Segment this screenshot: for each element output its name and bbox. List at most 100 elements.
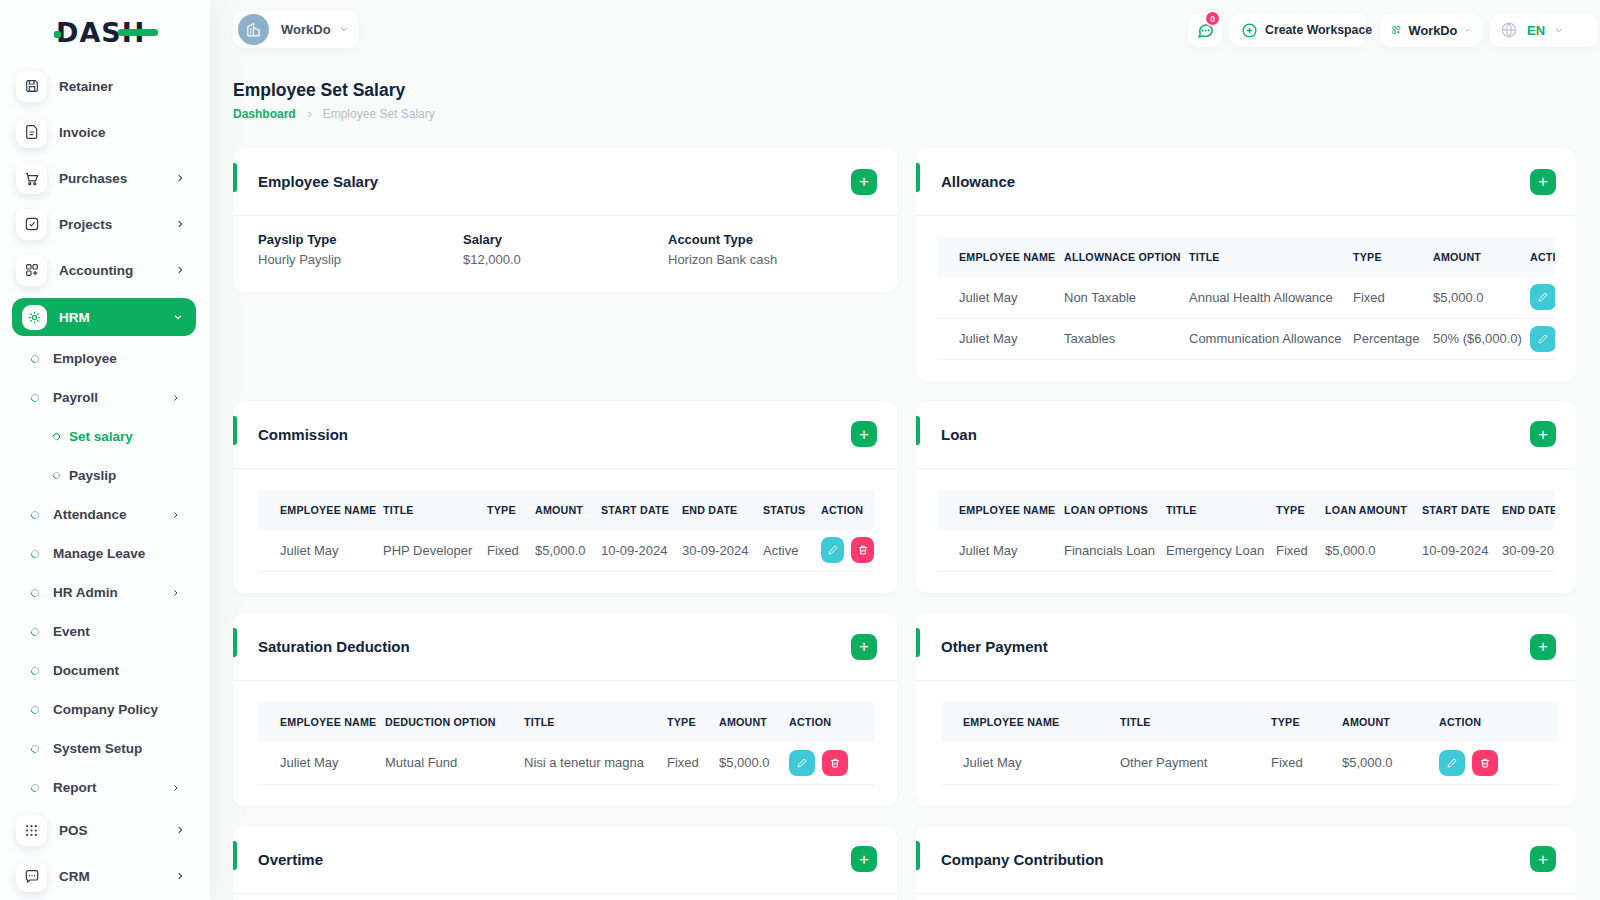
chevron-right-icon	[171, 510, 180, 519]
employee-salary-card: Employee Salary + Payslip Type Hourly Pa…	[233, 148, 897, 292]
card-accent-bar	[233, 163, 237, 192]
language-code: EN	[1527, 23, 1545, 38]
brand-logo[interactable]: DASH	[56, 16, 145, 48]
grid-plus-icon	[1391, 22, 1402, 38]
pos-icon	[16, 815, 47, 846]
delete-button[interactable]	[1472, 750, 1498, 776]
bullet-icon	[29, 782, 40, 793]
app-switcher-button[interactable]: WorkDo	[1380, 13, 1482, 47]
delete-button[interactable]	[822, 750, 848, 776]
table-header-row: EMPLOYEE NAME TITLE TYPE AMOUNT ACTION	[941, 702, 1559, 742]
bullet-icon	[29, 626, 40, 637]
bullet-icon	[29, 743, 40, 754]
sidebar-item-manage-leave[interactable]: Manage Leave	[0, 534, 210, 573]
sidebar-item-report[interactable]: Report	[0, 768, 210, 807]
field-label: Payslip Type	[258, 232, 463, 247]
sidebar-item-employee[interactable]: Employee	[0, 339, 210, 378]
edit-button[interactable]	[1530, 284, 1555, 310]
chevron-right-icon	[305, 110, 314, 119]
language-selector[interactable]: EN	[1490, 13, 1598, 47]
delete-button[interactable]	[851, 537, 874, 563]
sidebar-item-set-salary[interactable]: Set salary	[0, 417, 210, 456]
chevron-right-icon	[171, 393, 180, 402]
commission-add-button[interactable]: +	[851, 421, 877, 447]
company-contribution-title: Company Contribution	[941, 851, 1103, 868]
breadcrumb-home-link[interactable]: Dashboard	[233, 107, 296, 121]
hrm-icon	[22, 305, 47, 330]
sidebar-item-accounting[interactable]: Accounting	[0, 247, 210, 293]
card-accent-bar	[233, 841, 237, 870]
card-accent-bar	[233, 628, 237, 657]
sidebar-item-event[interactable]: Event	[0, 612, 210, 651]
app-switcher-label: WorkDo	[1409, 23, 1458, 38]
bullet-icon	[29, 392, 40, 403]
sidebar-item-hr-admin[interactable]: HR Admin	[0, 573, 210, 612]
sidebar-item-projects[interactable]: Projects	[0, 201, 210, 247]
workspace-name: WorkDo	[281, 22, 331, 37]
sidebar-item-purchases[interactable]: Purchases	[0, 155, 210, 201]
company-contribution-add-button[interactable]: +	[1530, 846, 1556, 872]
sidebar-item-crm[interactable]: CRM	[0, 853, 210, 899]
card-accent-bar	[916, 163, 920, 192]
loan-title: Loan	[941, 426, 977, 443]
bullet-icon	[29, 548, 40, 559]
overtime-add-button[interactable]: +	[851, 846, 877, 872]
allowance-card: Allowance + EMPLOYEE NAME ALLOWNACE OPTI…	[916, 148, 1576, 381]
chevron-down-icon	[339, 24, 349, 34]
table-header-row: EMPLOYEE NAME ALLOWNACE OPTION TITLE TYP…	[937, 237, 1555, 277]
messages-button[interactable]: 0	[1188, 13, 1222, 47]
sidebar-item-payslip[interactable]: Payslip	[0, 456, 210, 495]
create-workspace-button[interactable]: Create Workspace	[1230, 13, 1367, 47]
sidebar-item-attendance[interactable]: Attendance	[0, 495, 210, 534]
messages-badge: 0	[1206, 12, 1219, 25]
table-row: Juliet May Mutual Fund Nisi a tenetur ma…	[258, 742, 874, 784]
chevron-down-icon	[1554, 25, 1564, 35]
field-value: Horizon Bank cash	[668, 252, 777, 267]
chevron-right-icon	[175, 871, 185, 881]
sidebar-item-retainer[interactable]: Retainer	[0, 63, 210, 109]
table-row: Juliet May Other Payment Fixed $5,000.0	[941, 742, 1559, 784]
card-accent-bar	[233, 416, 237, 445]
commission-title: Commission	[258, 426, 348, 443]
edit-button[interactable]	[1439, 750, 1465, 776]
table-header-row: EMPLOYEE NAME TITLE TYPE AMOUNT START DA…	[258, 490, 874, 530]
chevron-down-icon	[173, 312, 183, 322]
loan-add-button[interactable]: +	[1530, 421, 1556, 447]
saturation-deduction-add-button[interactable]: +	[851, 634, 877, 660]
edit-button[interactable]	[821, 537, 844, 563]
edit-button[interactable]	[1530, 326, 1555, 352]
workspace-switcher[interactable]: WorkDo	[233, 10, 359, 48]
saturation-deduction-title: Saturation Deduction	[258, 638, 410, 655]
globe-icon	[1500, 21, 1518, 39]
field-value: $12,000.0	[463, 252, 668, 267]
retainer-icon	[16, 71, 47, 102]
card-accent-bar	[916, 628, 920, 657]
workspace-avatar	[238, 14, 269, 45]
employee-salary-add-button[interactable]: +	[851, 169, 877, 195]
bullet-icon	[29, 665, 40, 676]
sidebar-item-system-setup[interactable]: System Setup	[0, 729, 210, 768]
table-row: Juliet May PHP Developer Fixed $5,000.0 …	[258, 530, 874, 572]
edit-button[interactable]	[789, 750, 815, 776]
crm-icon	[16, 861, 47, 892]
breadcrumb-current: Employee Set Salary	[323, 107, 435, 121]
chevron-right-icon	[175, 265, 185, 275]
allowance-add-button[interactable]: +	[1530, 169, 1556, 195]
table-row: Juliet May Taxables Communication Allowa…	[937, 318, 1555, 359]
projects-icon	[16, 209, 47, 240]
sidebar-item-invoice[interactable]: Invoice	[0, 109, 210, 155]
table-row: Juliet May Non Taxable Annual Health All…	[937, 277, 1555, 318]
sidebar-item-pos[interactable]: POS	[0, 807, 210, 853]
chevron-right-icon	[171, 783, 180, 792]
sidebar-nav: Retainer Invoice Purchases Projects Acco…	[0, 63, 210, 899]
sidebar-item-document[interactable]: Document	[0, 651, 210, 690]
logo-dot-accent	[54, 31, 61, 38]
field-label: Account Type	[668, 232, 777, 247]
sidebar-item-company-policy[interactable]: Company Policy	[0, 690, 210, 729]
sidebar-item-hrm[interactable]: HRM	[0, 293, 210, 339]
other-payment-add-button[interactable]: +	[1530, 634, 1556, 660]
bullet-icon	[52, 471, 62, 481]
sidebar-item-payroll[interactable]: Payroll	[0, 378, 210, 417]
table-header-row: EMPLOYEE NAME LOAN OPTIONS TITLE TYPE LO…	[937, 490, 1555, 530]
invoice-icon	[16, 117, 47, 148]
